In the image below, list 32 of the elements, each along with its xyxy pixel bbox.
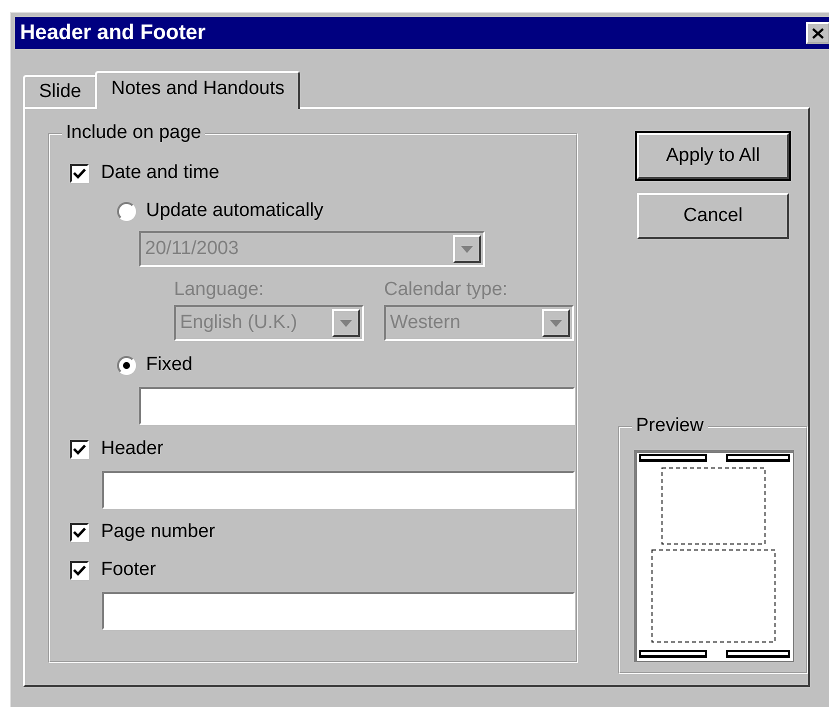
tab[interactable]: Notes and Handouts	[95, 71, 300, 109]
radio-label: Fixed	[146, 354, 192, 376]
checkbox-label: Header	[101, 438, 164, 460]
radio-button[interactable]	[117, 356, 136, 374]
dropdown-value: English (U.K.)	[180, 312, 298, 334]
field-label: Calendar type:	[384, 279, 509, 301]
dialog-button[interactable]: Cancel	[637, 193, 789, 239]
field-label: Language:	[174, 279, 265, 301]
dropdown-value: 20/11/2003	[145, 238, 239, 260]
text-field[interactable]	[102, 592, 575, 630]
text-field[interactable]	[139, 387, 575, 425]
text-field[interactable]	[102, 471, 575, 509]
dialog-button[interactable]: Apply to All	[637, 133, 789, 179]
checkbox[interactable]	[70, 164, 89, 182]
checkbox-label: Date and time	[101, 162, 220, 184]
checkmark-icon	[73, 564, 86, 576]
dropdown-value: Western	[390, 312, 460, 334]
radio-label: Update automatically	[146, 200, 324, 222]
group-title: Include on page	[62, 122, 206, 144]
close-button[interactable]	[806, 22, 829, 44]
checkmark-icon	[73, 444, 86, 454]
checkmark-icon	[73, 168, 86, 178]
checkmark-icon	[73, 526, 86, 538]
checkbox[interactable]	[70, 560, 89, 580]
checkbox[interactable]	[70, 522, 89, 542]
tab[interactable]: Slide	[23, 75, 98, 107]
checkbox-label: Page number	[101, 521, 216, 543]
checkbox[interactable]	[70, 440, 89, 458]
radio-button[interactable]	[117, 202, 136, 220]
checkbox-label: Footer	[101, 559, 156, 581]
window-title: Header and Footer	[20, 21, 206, 45]
close-icon	[812, 28, 824, 38]
